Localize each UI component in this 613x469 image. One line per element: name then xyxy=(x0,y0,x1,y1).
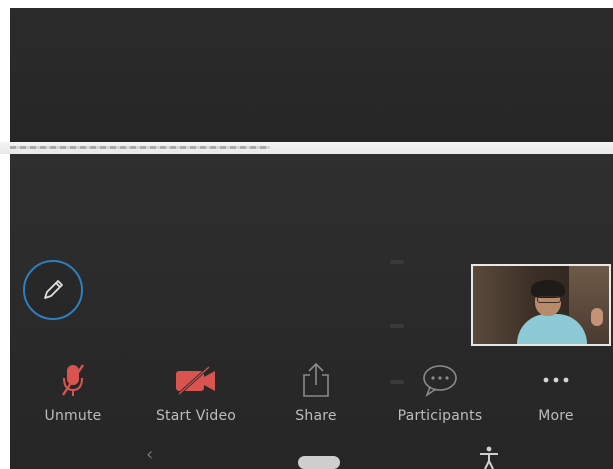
microphone-muted-icon xyxy=(62,364,84,396)
chat-bubble-icon xyxy=(423,365,457,398)
system-nav-bar: ‹ xyxy=(10,440,613,469)
video-camera-off-icon xyxy=(176,365,215,396)
video-top-pane xyxy=(10,8,613,142)
start-video-label: Start Video xyxy=(155,408,237,424)
more-label: More xyxy=(538,408,574,424)
more-button[interactable]: More xyxy=(496,360,613,430)
pencil-icon xyxy=(44,280,63,299)
unmute-label: Unmute xyxy=(44,408,102,424)
overlay-mark xyxy=(390,324,404,328)
screen-divider xyxy=(0,142,613,154)
more-dots-icon xyxy=(543,377,569,383)
overlay-mark xyxy=(390,260,404,264)
accessibility-icon[interactable] xyxy=(478,446,500,469)
participant-glasses xyxy=(537,296,561,303)
self-video-thumbnail[interactable] xyxy=(471,264,611,346)
app-frame: Unmute Start Video Share Participants Mo… xyxy=(0,0,613,469)
unmute-button[interactable]: Unmute xyxy=(13,360,133,430)
share-upload-icon xyxy=(303,362,329,397)
start-video-button[interactable]: Start Video xyxy=(136,360,256,430)
share-button[interactable]: Share xyxy=(256,360,376,430)
annotate-button[interactable] xyxy=(23,260,83,320)
meeting-toolbar: Unmute Start Video Share Participants Mo… xyxy=(10,360,613,430)
home-pill-icon[interactable] xyxy=(298,456,340,469)
participants-label: Participants xyxy=(397,408,483,424)
participant-hand xyxy=(591,308,603,326)
participants-button[interactable]: Participants xyxy=(380,360,500,430)
back-chevron-icon[interactable]: ‹ xyxy=(146,444,153,465)
share-label: Share xyxy=(295,408,337,424)
